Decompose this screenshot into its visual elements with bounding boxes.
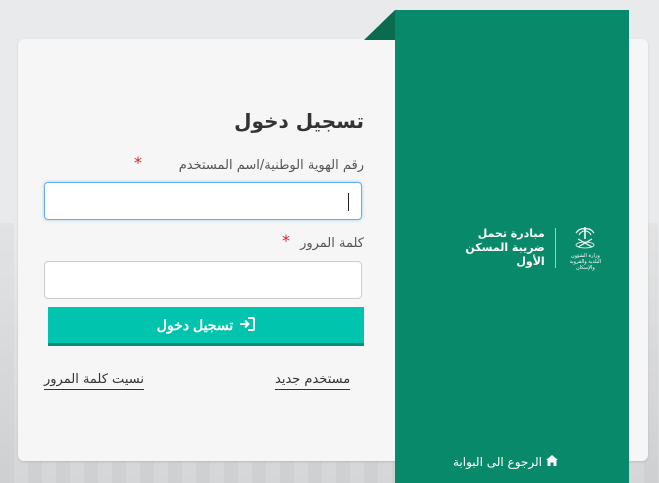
ministry-logo-text: وزارة الشؤون البلدية والقروية والإسكان bbox=[569, 253, 602, 271]
back-to-portal-link[interactable]: الرجوع الى البوابة bbox=[453, 455, 558, 469]
login-button-label: تسجيل دخول bbox=[156, 316, 234, 333]
back-link-label: الرجوع الى البوابة bbox=[453, 455, 542, 469]
password-input[interactable] bbox=[44, 261, 362, 299]
password-label-text: كلمة المرور bbox=[300, 236, 364, 251]
id-input[interactable] bbox=[44, 182, 362, 220]
text-caret bbox=[348, 193, 349, 211]
initiative-text: مبادرة تحمل ضريبة المسكن الأول bbox=[435, 227, 545, 269]
brand-divider bbox=[554, 228, 556, 268]
initiative-line1: مبادرة تحمل bbox=[477, 227, 545, 240]
password-required-mark: * bbox=[282, 231, 290, 250]
login-title: تسجيل دخول bbox=[234, 109, 364, 133]
brand-block: مبادرة تحمل ضريبة المسكن الأول وزارة الش… bbox=[435, 223, 605, 273]
panel-fold bbox=[364, 10, 395, 40]
login-button[interactable]: تسجيل دخول bbox=[48, 307, 364, 346]
ministry-logo-icon: وزارة الشؤون البلدية والقروية والإسكان bbox=[566, 225, 605, 271]
id-required-mark: * bbox=[134, 153, 142, 172]
id-label-text: رقم الهوية الوطنية/اسم المستخدم bbox=[178, 158, 364, 173]
password-label: كلمة المرور bbox=[300, 236, 364, 251]
initiative-line2: ضريبة المسكن الأول bbox=[465, 241, 545, 268]
sign-in-icon bbox=[239, 316, 256, 334]
forgot-password-link[interactable]: نسيت كلمة المرور bbox=[44, 372, 144, 390]
home-icon bbox=[545, 455, 558, 469]
side-panel: مبادرة تحمل ضريبة المسكن الأول وزارة الش… bbox=[395, 10, 629, 483]
new-user-link[interactable]: مستخدم جديد bbox=[275, 372, 351, 390]
id-label: رقم الهوية الوطنية/اسم المستخدم bbox=[179, 158, 364, 173]
